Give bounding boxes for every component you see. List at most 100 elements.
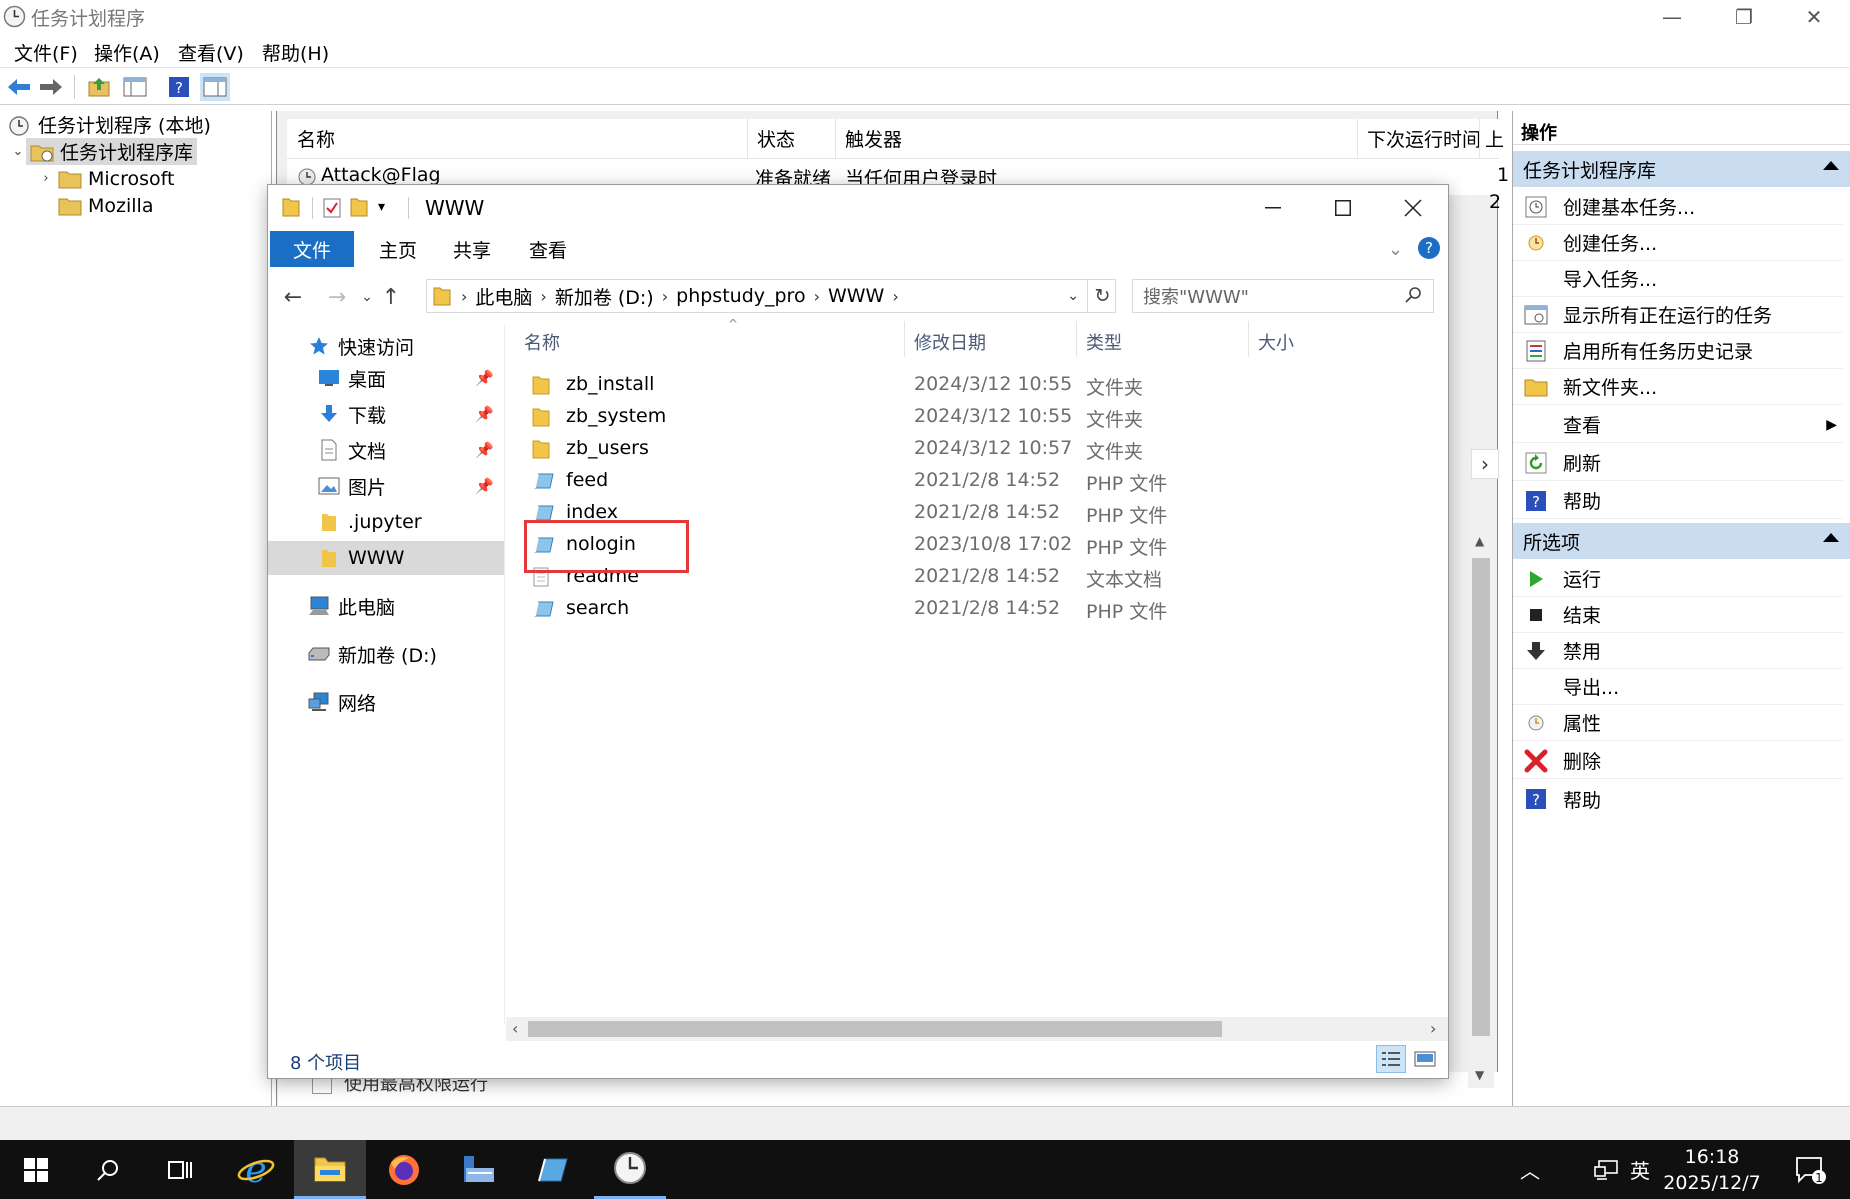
action-run[interactable]: 运行 [1513,561,1843,597]
action-create-task[interactable]: 创建任务... [1513,225,1843,261]
horizontal-scrollbar[interactable]: ‹ › [506,1017,1448,1041]
breadcrumb-phpstudy[interactable]: phpstudy_pro [676,285,805,307]
help-icon[interactable]: ? [1418,237,1440,259]
nav-documents[interactable]: 文档 📌 [268,433,504,467]
explorer-minimize-button[interactable] [1238,185,1308,231]
column-trigger[interactable]: 触发器 [845,125,902,152]
minimize-button[interactable]: — [1636,0,1708,33]
show-hide-tree-icon[interactable] [120,73,150,101]
column-status[interactable]: 状态 [757,125,795,152]
collapse-arrow-icon[interactable] [1823,533,1839,542]
tree-item-mozilla[interactable]: Mozilla [0,192,271,219]
maximize-button[interactable]: ❐ [1708,0,1780,33]
expand-ribbon-icon[interactable]: ⌄ [1388,239,1403,260]
show-hidden-icons-icon[interactable]: ︿ [1510,1140,1550,1199]
menu-help[interactable]: 帮助(H) [262,39,329,66]
breadcrumb-this-pc[interactable]: 此电脑 [475,283,532,310]
action-refresh[interactable]: 刷新 [1513,445,1843,481]
section-library[interactable]: 任务计划程序库 [1513,151,1850,187]
file-row[interactable]: zb_users 2024/3/12 10:57 文件夹 [506,433,1436,465]
properties-check-icon[interactable] [322,197,342,219]
menu-action[interactable]: 操作(A) [94,39,160,66]
task-pane-scrollbar[interactable]: ▲ ▼ [1468,528,1494,1088]
help-icon[interactable]: ? [164,73,194,101]
network-tray-icon[interactable] [1586,1140,1626,1199]
task-view-icon[interactable] [144,1140,216,1199]
column-last-run[interactable]: 上 [1485,125,1504,152]
details-view-icon[interactable] [1376,1045,1406,1073]
nav-pictures[interactable]: 图片 📌 [268,469,504,503]
new-folder-icon[interactable] [350,197,368,217]
file-row[interactable]: search 2021/2/8 14:52 PHP 文件 [506,593,1436,625]
column-modified[interactable]: 修改日期 [914,329,986,355]
up-arrow-icon[interactable]: ↑ [376,283,406,311]
menu-file[interactable]: 文件(F) [14,39,78,66]
tab-share[interactable]: 共享 [440,231,504,267]
scroll-left-icon[interactable]: ‹ [512,1019,518,1038]
chevron-right-icon[interactable]: › [38,171,54,186]
action-enable-history[interactable]: 启用所有任务历史记录 [1513,333,1843,369]
refresh-icon[interactable]: ↻ [1087,280,1117,312]
tree-item-microsoft[interactable]: › Microsoft [0,165,271,192]
action-import-task[interactable]: 导入任务... [1513,261,1843,297]
tab-home[interactable]: 主页 [366,231,430,267]
action-new-folder[interactable]: 新文件夹... [1513,369,1843,405]
nav-downloads[interactable]: 下载 📌 [268,397,504,431]
start-windows-icon[interactable] [0,1140,72,1199]
breadcrumb-www[interactable]: WWW [828,285,884,307]
file-explorer-icon[interactable] [294,1140,366,1199]
ie-browser-icon[interactable]: e [220,1140,292,1199]
pin-icon[interactable]: 📌 [475,405,494,423]
chevron-down-icon[interactable]: ⌄ [10,144,26,159]
column-name[interactable]: 名称 [297,125,335,152]
file-row[interactable]: zb_system 2024/3/12 10:55 文件夹 [506,401,1436,433]
up-folder-icon[interactable] [84,73,114,101]
action-view[interactable]: 查看 ▶ [1513,407,1843,443]
notification-icon[interactable]: 1 [1786,1140,1836,1199]
action-end[interactable]: 结束 [1513,597,1843,633]
forward-arrow-icon[interactable]: → [322,283,352,311]
search-input[interactable]: 搜索"WWW" [1132,279,1434,313]
address-dropdown-icon[interactable]: ⌄ [1067,288,1079,304]
section-selected-item[interactable]: 所选项 [1513,523,1850,559]
tree-library[interactable]: ⌄ 任务计划程序库 [0,138,271,165]
nav-this-pc[interactable]: 此电脑 [268,589,504,623]
address-bar[interactable]: › 此电脑 › 新加卷 (D:) › phpstudy_pro › WWW › … [426,279,1116,313]
quick-access-dropdown-icon[interactable]: ▾ [378,199,385,215]
scroll-thumb[interactable] [528,1021,1222,1037]
action-export[interactable]: 导出... [1513,669,1843,705]
scroll-thumb[interactable] [1472,558,1490,1036]
pin-icon[interactable]: 📌 [475,477,494,495]
action-show-running[interactable]: 显示所有正在运行的任务 [1513,297,1843,333]
large-icons-view-icon[interactable] [1412,1047,1438,1071]
show-action-pane-icon[interactable] [200,73,230,101]
scroll-right-icon[interactable]: › [1430,1019,1436,1038]
nav-jupyter[interactable]: .jupyter [268,505,504,539]
back-arrow-icon[interactable]: ← [278,283,308,311]
close-button[interactable]: ✕ [1778,0,1850,33]
server-manager-icon[interactable] [442,1140,514,1199]
firefox-icon[interactable] [368,1140,440,1199]
column-name[interactable]: 名称 [524,329,560,355]
scroll-up-icon[interactable]: ▲ [1475,534,1484,548]
action-properties[interactable]: 属性 [1513,705,1843,741]
tab-file[interactable]: 文件 [270,231,354,267]
action-create-basic-task[interactable]: 创建基本任务... [1513,189,1843,225]
menu-view[interactable]: 查看(V) [178,39,244,66]
action-help[interactable]: ? 帮助 [1513,483,1843,519]
action-disable[interactable]: 禁用 [1513,633,1843,669]
action-delete[interactable]: 删除 [1513,743,1843,779]
tree-root[interactable]: 任务计划程序 (本地) [0,111,271,138]
file-row[interactable]: feed 2021/2/8 14:52 PHP 文件 [506,465,1436,497]
action-help-selected[interactable]: ? 帮助 [1513,781,1843,817]
nav-quick-access[interactable]: 快速访问 [268,329,504,363]
scroll-down-icon[interactable]: ▼ [1475,1068,1484,1082]
breadcrumb-drive[interactable]: 新加卷 (D:) [555,283,654,310]
pin-icon[interactable]: 📌 [475,369,494,387]
nav-www[interactable]: WWW [268,541,504,575]
forward-arrow-icon[interactable] [36,73,66,101]
nav-desktop[interactable]: 桌面 📌 [268,361,504,395]
column-next-run[interactable]: 下次运行时间 [1367,125,1481,152]
column-size[interactable]: 大小 [1258,329,1294,355]
nav-network[interactable]: 网络 [268,685,504,719]
